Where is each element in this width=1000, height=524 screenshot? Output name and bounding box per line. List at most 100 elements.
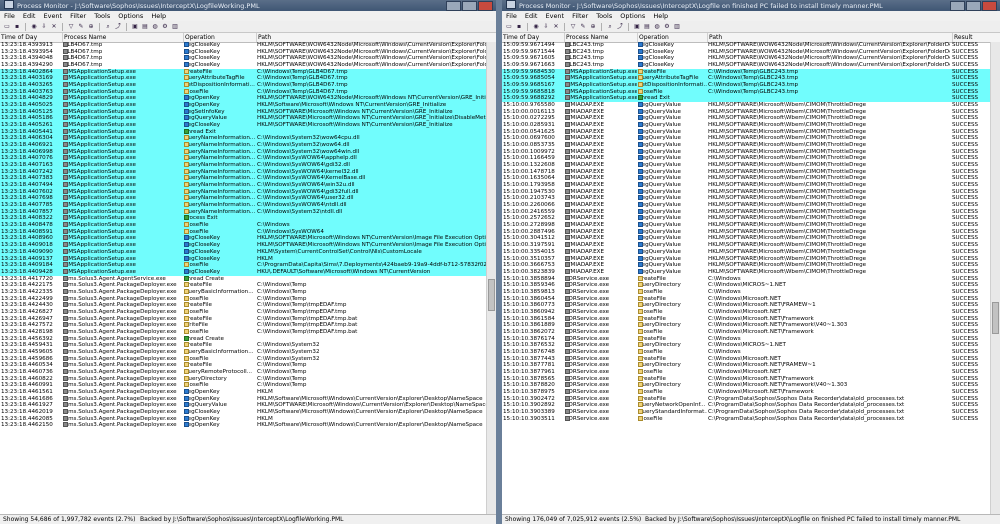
clear-icon[interactable]: ✕ — [50, 23, 58, 31]
table-row[interactable]: 15:10:00.0853735 WMIADAP.EXE RegQueryValue… — [502, 142, 991, 149]
table-row[interactable]: 15:10:10.3878565 SDRService.exe CreateFile… — [502, 375, 991, 383]
table-row[interactable]: 15:10:00.2728998 WMIADAP.EXE RegQueryValue… — [502, 222, 991, 229]
table-row[interactable]: 13:23:18.4408960 SIMSApplicationSetup.exe… — [0, 235, 487, 243]
scrollbar-thumb[interactable] — [488, 278, 495, 311]
col-time[interactable]: Time of Day — [502, 33, 565, 42]
menu-help[interactable]: Help — [653, 11, 668, 21]
table-row[interactable]: 13:23:18.4426827 Sims.Solus3.Agent.Packag… — [0, 308, 487, 316]
table-row[interactable]: 15:10:10.3902472 SDRService.exe CreateFile… — [502, 395, 991, 403]
table-row[interactable]: 13:23:18.4422499 Sims.Solus3.Agent.Packag… — [0, 295, 487, 303]
table-row[interactable]: 15:10:10.3860454 SDRService.exe CreateFile… — [502, 295, 991, 303]
table-row[interactable]: 15:10:00.2887496 WMIADAP.EXE RegQueryValue… — [502, 228, 991, 236]
table-row[interactable]: 15:10:10.3902892 SDRService.exe QueryNetwo… — [502, 402, 991, 409]
minimize-button[interactable] — [446, 1, 461, 11]
table-row[interactable]: 15:10:10.3861584 SDRService.exe CreateFile… — [502, 315, 991, 323]
table-row[interactable]: 13:23:18.4409018 SIMSApplicationSetup.exe… — [0, 242, 487, 249]
table-row[interactable]: 15:10:00.1635064 WMIADAP.EXE RegQueryValue… — [502, 175, 991, 182]
scrollbar-thumb[interactable] — [992, 302, 999, 335]
menu-edit[interactable]: Edit — [23, 11, 36, 21]
menu-file[interactable]: File — [4, 11, 15, 21]
table-row[interactable]: 13:23:18.4407602 SIMSApplicationSetup.exe… — [0, 188, 487, 196]
table-row[interactable]: 15:09:59.9688292 SIMSApplicationSetup.exe… — [502, 95, 991, 103]
table-row[interactable]: 15:09:59.9671663 GLBC243.tmp RegCloseKey HK… — [502, 62, 991, 69]
table-row[interactable]: 15:10:00.2260066 WMIADAP.EXE RegQueryValue… — [502, 202, 991, 209]
table-row[interactable]: 13:23:18.4407242 SIMSApplicationSetup.exe… — [0, 168, 487, 176]
table-row[interactable]: 13:23:18.4394048 GLB4D67.tmp RegCloseKey HK… — [0, 55, 487, 62]
table-row[interactable]: 13:23:18.4427572 Sims.Solus3.Agent.Packag… — [0, 322, 487, 329]
table-row[interactable]: 13:23:18.4403763 SIMSApplicationSetup.exe… — [0, 88, 487, 96]
table-row[interactable]: 13:23:18.4403169 SIMSApplicationSetup.exe… — [0, 75, 487, 83]
table-row[interactable]: 13:23:18.4407494 SIMSApplicationSetup.exe… — [0, 182, 487, 189]
close-button[interactable] — [982, 1, 997, 11]
table-row[interactable]: 15:10:00.2572652 WMIADAP.EXE RegQueryValue… — [502, 215, 991, 222]
table-row[interactable]: 15:10:10.3903511 SDRService.exe CloseFile C… — [502, 415, 991, 423]
table-row[interactable]: 15:10:00.0697600 WMIADAP.EXE RegQueryValue… — [502, 135, 991, 142]
include-process-icon[interactable]: ⊕ — [87, 23, 95, 31]
menu-tools[interactable]: Tools — [94, 11, 110, 21]
highlight-icon[interactable]: ✎ — [77, 23, 85, 31]
table-row[interactable]: 15:10:10.3877781 SDRService.exe QueryDirec… — [502, 362, 991, 369]
table-row[interactable]: 13:23:18.4393913 GLB4D67.tmp RegCloseKey HK… — [0, 42, 487, 49]
table-row[interactable]: 15:10:10.3860942 SDRService.exe CloseFile C… — [502, 308, 991, 316]
table-row[interactable]: 13:23:18.4460736 Sims.Solus3.Agent.Packag… — [0, 368, 487, 376]
table-row[interactable]: 15:09:59.9671494 GLBC243.tmp RegCloseKey HK… — [502, 42, 991, 49]
save-icon[interactable]: ▪ — [515, 23, 523, 31]
menu-tools[interactable]: Tools — [596, 11, 612, 21]
table-row[interactable]: 13:23:18.4408478 SIMSApplicationSetup.exe… — [0, 222, 487, 229]
table-row[interactable]: 13:23:18.4462019 Sims.Solus3.Agent.Packag… — [0, 408, 487, 416]
save-icon[interactable]: ▪ — [13, 23, 21, 31]
table-row[interactable]: 13:23:18.4426947 Sims.Solus3.Agent.Packag… — [0, 315, 487, 323]
table-row[interactable]: 13:23:18.4407857 SIMSApplicationSetup.exe… — [0, 208, 487, 216]
table-row[interactable]: 13:23:18.4461927 Sims.Solus3.Agent.Packag… — [0, 402, 487, 409]
table-row[interactable]: 15:09:59.9684530 SIMSApplicationSetup.exe… — [502, 68, 991, 76]
table-row[interactable]: 13:23:18.4409090 SIMSApplicationSetup.exe… — [0, 248, 487, 256]
table-row[interactable]: 15:10:10.3876748 SDRService.exe CloseFile C… — [502, 348, 991, 356]
col-operation[interactable]: Operation — [183, 33, 258, 42]
table-row[interactable]: 13:23:18.4403265 SIMSApplicationSetup.exe… — [0, 82, 487, 89]
filesystem-activity-icon[interactable]: ▤ — [141, 23, 149, 31]
capture-icon[interactable]: ◉ — [532, 23, 540, 31]
table-row[interactable]: 15:10:00.3823839 WMIADAP.EXE RegQueryValue… — [502, 268, 991, 276]
table-row[interactable]: 13:23:18.4406921 SIMSApplicationSetup.exe… — [0, 142, 487, 149]
maximize-button[interactable] — [966, 1, 981, 11]
table-row[interactable]: 13:23:18.4461561 Sims.Solus3.Agent.Packag… — [0, 388, 487, 396]
table-row[interactable]: 15:10:10.3858894 SDRService.exe CreateFile… — [502, 275, 991, 283]
table-row[interactable]: 15:10:00.3510357 WMIADAP.EXE RegQueryValue… — [502, 255, 991, 263]
filter-icon[interactable]: ▽ — [67, 23, 75, 31]
jump-icon[interactable]: ⤴ — [114, 23, 122, 31]
table-row[interactable]: 15:10:00.0541625 WMIADAP.EXE RegQueryValue… — [502, 128, 991, 136]
table-row[interactable]: 15:10:10.3876174 SDRService.exe CreateFile… — [502, 335, 991, 343]
table-row[interactable]: 15:10:10.3876532 SDRService.exe QueryDirec… — [502, 342, 991, 349]
table-row[interactable]: 13:23:18.4407698 SIMSApplicationSetup.exe… — [0, 195, 487, 203]
table-row[interactable]: 15:10:00.9765580 WMIADAP.EXE RegQueryValue… — [502, 102, 991, 109]
highlight-icon[interactable]: ✎ — [579, 23, 587, 31]
include-process-icon[interactable]: ⊕ — [589, 23, 597, 31]
menu-help[interactable]: Help — [151, 11, 166, 21]
table-row[interactable]: 13:23:18.4417720 Sims.Solus3.Agent.AgentS… — [0, 275, 487, 283]
clear-icon[interactable]: ✕ — [552, 23, 560, 31]
close-button[interactable] — [478, 1, 493, 11]
table-row[interactable]: 15:10:10.3877961 SDRService.exe CloseFile C… — [502, 368, 991, 376]
vertical-scrollbar[interactable] — [486, 42, 496, 515]
table-row[interactable]: 15:10:00.1947530 WMIADAP.EXE RegQueryValue… — [502, 188, 991, 196]
table-row[interactable]: 13:23:18.4462085 Sims.Solus3.Agent.Packag… — [0, 415, 487, 423]
col-result[interactable]: Result — [952, 33, 1000, 42]
title-bar[interactable]: Process Monitor - J:\Software\Sophos\Iss… — [0, 0, 496, 11]
table-row[interactable]: 15:10:00.0272295 WMIADAP.EXE RegQueryValue… — [502, 115, 991, 122]
table-row[interactable]: 13:23:18.4402864 SIMSApplicationSetup.exe… — [0, 68, 487, 76]
col-process[interactable]: Process Name — [564, 33, 639, 42]
table-row[interactable]: 15:10:00.2103743 WMIADAP.EXE RegQueryValue… — [502, 195, 991, 202]
menu-options[interactable]: Options — [118, 11, 143, 21]
table-row[interactable]: 13:23:18.4405125 SIMSApplicationSetup.exe… — [0, 108, 487, 116]
table-row[interactable]: 13:23:18.4405441 SIMSApplicationSetup.exe… — [0, 128, 487, 136]
maximize-button[interactable] — [462, 1, 477, 11]
vertical-scrollbar[interactable] — [990, 42, 1000, 515]
filter-icon[interactable]: ▽ — [569, 23, 577, 31]
col-operation[interactable]: Operation — [637, 33, 709, 42]
registry-activity-icon[interactable]: ▣ — [633, 23, 641, 31]
table-row[interactable]: 13:23:18.4459686 Sims.Solus3.Agent.Packag… — [0, 355, 487, 363]
table-row[interactable]: 15:10:00.1793958 WMIADAP.EXE RegQueryValue… — [502, 182, 991, 189]
table-row[interactable]: 15:10:10.3859813 SDRService.exe CloseFile C… — [502, 288, 991, 296]
table-row[interactable]: 15:10:00.1166459 WMIADAP.EXE RegQueryValue… — [502, 155, 991, 162]
menu-file[interactable]: File — [506, 11, 517, 21]
